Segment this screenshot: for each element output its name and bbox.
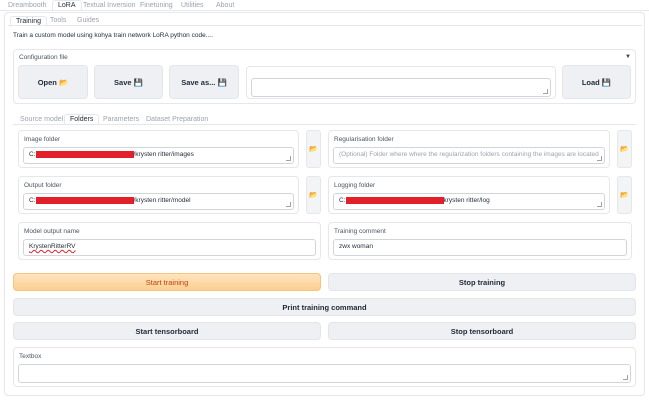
- output-folder-label: Output folder: [24, 182, 62, 189]
- reg-folder-label: Regularisation folder: [334, 136, 394, 143]
- sub-tab-divider: [8, 25, 642, 26]
- image-folder-suffix: /krysten ritter/images: [133, 151, 194, 159]
- inner-tab-divider: [13, 124, 636, 125]
- reg-folder-input[interactable]: (Optional) Folder where where the regula…: [333, 147, 605, 164]
- start-training-button[interactable]: Start training: [13, 273, 321, 291]
- redaction-bar: [35, 151, 134, 158]
- training-comment-input[interactable]: zwx woman: [333, 239, 627, 256]
- training-comment-value: zwx woman: [339, 243, 373, 250]
- output-folder-suffix: /krysten ritter/model: [133, 197, 191, 205]
- load-config-button[interactable]: Load 💾: [562, 65, 631, 99]
- stop-training-button[interactable]: Stop training: [328, 273, 636, 291]
- stop-tensorboard-button[interactable]: Stop tensorboard: [328, 322, 636, 340]
- folder-icon: 📂: [309, 146, 318, 153]
- reg-folder-placeholder: (Optional) Folder where where the regula…: [339, 151, 599, 158]
- folder-icon: 📂: [620, 146, 629, 153]
- textbox-input[interactable]: [18, 364, 631, 383]
- textbox-label: Textbox: [19, 353, 42, 360]
- print-command-button[interactable]: Print training command: [13, 298, 636, 316]
- logging-folder-label: Logging folder: [334, 182, 376, 189]
- redaction-bar: [345, 197, 444, 204]
- top-tab-divider: [0, 10, 649, 11]
- tab-about[interactable]: About: [216, 2, 234, 9]
- image-folder-label: Image folder: [24, 136, 61, 143]
- configuration-header: Configuration file: [19, 54, 68, 61]
- save-config-button[interactable]: Save 💾: [94, 65, 163, 99]
- output-folder-input[interactable]: C:/krysten ritter/model: [23, 193, 294, 210]
- tab-dataset-preparation[interactable]: Dataset Preparation: [146, 116, 208, 123]
- redaction-bar: [35, 197, 134, 204]
- tab-dreambooth[interactable]: Dreambooth: [8, 2, 47, 9]
- tab-parameters[interactable]: Parameters: [103, 116, 139, 123]
- description-text: Train a custom model using kohya train n…: [13, 32, 213, 39]
- logging-folder-browse-button[interactable]: 📂: [617, 176, 632, 214]
- training-comment-label: Training comment: [334, 228, 386, 235]
- output-folder-browse-button[interactable]: 📂: [306, 176, 321, 214]
- image-folder-browse-button[interactable]: 📂: [306, 130, 321, 168]
- model-name-label: Model output name: [24, 228, 80, 235]
- folder-icon: 📂: [309, 192, 318, 199]
- save-as-config-button[interactable]: Save as... 💾: [169, 65, 239, 99]
- tab-finetuning[interactable]: Finetuning: [140, 2, 173, 9]
- image-folder-input[interactable]: C:/krysten ritter/images: [23, 147, 294, 164]
- open-config-button[interactable]: Open 📂: [18, 65, 88, 99]
- model-name-value: KrystenRitterRV: [29, 243, 76, 250]
- tab-tools[interactable]: Tools: [50, 17, 66, 24]
- tab-textual-inversion[interactable]: Textual Inversion: [83, 2, 136, 9]
- logging-folder-suffix: krysten ritter/log: [443, 197, 490, 205]
- collapse-icon[interactable]: ▼: [625, 54, 631, 60]
- model-name-input[interactable]: KrystenRitterRV: [23, 239, 316, 256]
- tab-guides[interactable]: Guides: [77, 17, 99, 24]
- folder-icon: 📂: [620, 192, 629, 199]
- tab-utilities[interactable]: Utilities: [181, 2, 204, 9]
- logging-folder-input[interactable]: C: krysten ritter/log: [333, 193, 605, 210]
- config-path-input[interactable]: [251, 78, 551, 97]
- start-tensorboard-button[interactable]: Start tensorboard: [13, 322, 321, 340]
- reg-folder-browse-button[interactable]: 📂: [617, 130, 632, 168]
- tab-source-model[interactable]: Source model: [20, 116, 63, 123]
